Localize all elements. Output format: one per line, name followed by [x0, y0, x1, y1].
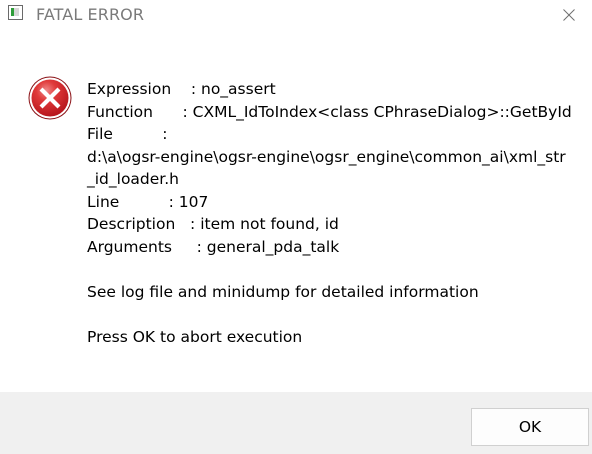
log-hint: See log file and minidump for detailed i… — [87, 282, 479, 301]
close-icon — [563, 9, 575, 21]
function-line: Function : CXML_IdToIndex<class CPhraseD… — [87, 102, 572, 121]
expression-line: Expression : no_assert — [87, 80, 276, 98]
app-icon — [8, 5, 23, 20]
close-button[interactable] — [546, 0, 592, 30]
error-x-icon — [28, 76, 72, 120]
line-number: Line : 107 — [87, 192, 209, 211]
title-bar: FATAL ERROR — [0, 0, 592, 30]
fatal-error-dialog: FATAL ERROR Expression : no_assert Funct… — [0, 0, 592, 454]
file-label: File : — [87, 125, 168, 143]
window-title: FATAL ERROR — [36, 5, 145, 24]
arguments-line: Arguments : general_pda_talk — [87, 237, 340, 256]
error-message: Expression : no_assert Function : CXML_I… — [87, 78, 579, 348]
abort-hint: Press OK to abort execution — [87, 327, 303, 346]
description-line: Description : item not found, id — [87, 215, 339, 233]
file-path: d:\a\ogsr-engine\ogsr-engine\ogsr_engine… — [87, 147, 566, 189]
ok-button[interactable]: OK — [471, 408, 589, 446]
